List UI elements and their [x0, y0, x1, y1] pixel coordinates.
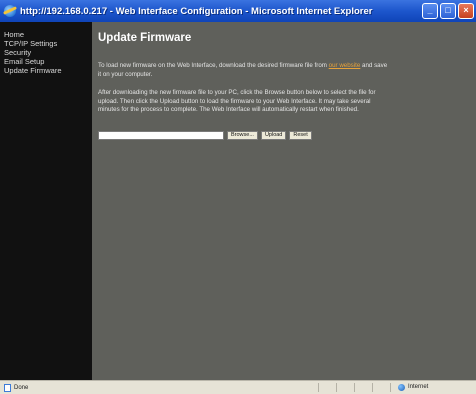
browser-window: http://192.168.0.217 - Web Interface Con…	[0, 0, 476, 394]
internet-zone-icon	[398, 384, 405, 391]
minimize-icon[interactable]: _	[422, 3, 438, 19]
internet-explorer-icon	[4, 5, 16, 17]
sidebar-item-security[interactable]: Security	[0, 48, 92, 57]
browse-button[interactable]: Browse...	[227, 130, 258, 140]
status-divider	[318, 383, 319, 392]
sidebar-item-tcpip-settings[interactable]: TCP/IP Settings	[0, 39, 92, 48]
status-bar: Done Internet	[0, 380, 476, 394]
title-bar: http://192.168.0.217 - Web Interface Con…	[0, 0, 476, 22]
maximize-icon[interactable]: □	[440, 3, 456, 19]
download-instructions-text: To load new firmware on the Web Interfac…	[98, 62, 329, 69]
status-divider	[336, 383, 337, 392]
status-divider	[372, 383, 373, 392]
status-divider	[390, 383, 391, 392]
sidebar-nav: Home TCP/IP Settings Security Email Setu…	[0, 22, 92, 380]
download-instructions: To load new firmware on the Web Interfac…	[98, 62, 388, 79]
window-controls: _ □ ×	[422, 3, 474, 19]
status-text: Done	[14, 384, 29, 391]
file-path-input[interactable]	[98, 130, 224, 140]
sidebar-item-update-firmware[interactable]: Update Firmware	[0, 66, 92, 75]
page-title: Update Firmware	[98, 32, 192, 44]
close-icon[interactable]: ×	[458, 3, 474, 19]
upload-instructions: After downloading the new firmware file …	[98, 89, 376, 114]
main-content: Update Firmware To load new firmware on …	[92, 22, 476, 380]
status-divider	[354, 383, 355, 392]
sidebar-item-email-setup[interactable]: Email Setup	[0, 57, 92, 66]
window-title: http://192.168.0.217 - Web Interface Con…	[20, 5, 373, 17]
firmware-upload-form: Browse... Upload Reset	[98, 130, 468, 140]
security-zone-label: Internet	[408, 384, 429, 390]
reset-button[interactable]: Reset	[289, 130, 312, 140]
sidebar-item-home[interactable]: Home	[0, 30, 92, 39]
upload-button[interactable]: Upload	[260, 130, 287, 140]
page-done-icon	[4, 383, 11, 392]
our-website-link[interactable]: our website	[329, 62, 361, 69]
